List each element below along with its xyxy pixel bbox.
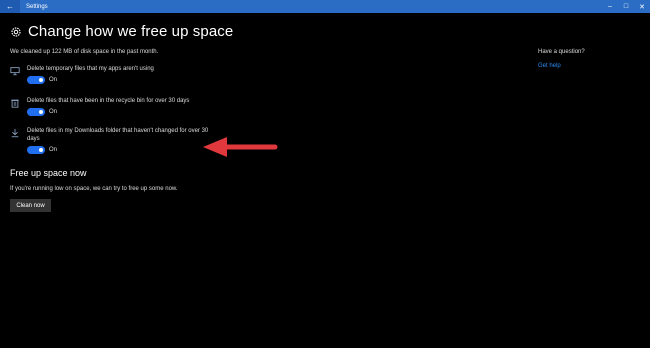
page-header: Change how we free up space bbox=[10, 23, 233, 40]
page-title: Change how we free up space bbox=[28, 23, 234, 40]
minimize-icon: – bbox=[608, 3, 612, 10]
recycle-bin-toggle[interactable] bbox=[27, 108, 45, 116]
toggle-state: On bbox=[49, 147, 58, 153]
back-arrow-icon: ← bbox=[6, 2, 14, 11]
gear-icon bbox=[11, 26, 21, 37]
monitor-icon bbox=[10, 67, 20, 76]
temporary-files-toggle[interactable] bbox=[27, 76, 45, 84]
minimize-button[interactable]: – bbox=[602, 0, 618, 13]
get-help-link[interactable]: Get help bbox=[538, 63, 585, 69]
clean-now-button[interactable]: Clean now bbox=[10, 199, 51, 212]
close-button[interactable]: ✕ bbox=[634, 0, 650, 13]
free-up-title: Free up space now bbox=[10, 168, 87, 178]
recycle-bin-icon bbox=[11, 99, 19, 108]
option-label: Delete temporary files that my apps aren… bbox=[27, 66, 154, 72]
toggle-state: On bbox=[49, 109, 58, 115]
toggle-knob bbox=[39, 148, 43, 152]
option-label: Delete files in my Downloads folder that… bbox=[27, 128, 209, 142]
back-button[interactable]: ← bbox=[0, 0, 20, 13]
window-controls: – □ ✕ bbox=[602, 0, 650, 13]
help-title: Have a question? bbox=[538, 49, 585, 55]
toggle-row: On bbox=[27, 108, 57, 116]
annotation-arrow-icon bbox=[203, 137, 278, 157]
help-panel: Have a question? Get help bbox=[538, 49, 585, 69]
close-icon: ✕ bbox=[639, 3, 645, 11]
toggle-row: On bbox=[27, 76, 57, 84]
maximize-button[interactable]: □ bbox=[618, 0, 634, 13]
toggle-row: On bbox=[27, 146, 57, 154]
toggle-state: On bbox=[49, 77, 58, 83]
title-bar: ← Settings – □ ✕ bbox=[0, 0, 650, 13]
option-label: Delete files that have been in the recyc… bbox=[27, 98, 190, 104]
toggle-knob bbox=[39, 110, 43, 114]
free-up-description: If you're running low on space, we can t… bbox=[10, 186, 178, 192]
downloads-folder-toggle[interactable] bbox=[27, 146, 45, 154]
cleanup-summary: We cleaned up 122 MB of disk space in th… bbox=[10, 49, 159, 55]
toggle-knob bbox=[39, 78, 43, 82]
maximize-icon: □ bbox=[623, 3, 629, 10]
app-title: Settings bbox=[26, 3, 48, 10]
download-icon bbox=[11, 128, 19, 138]
